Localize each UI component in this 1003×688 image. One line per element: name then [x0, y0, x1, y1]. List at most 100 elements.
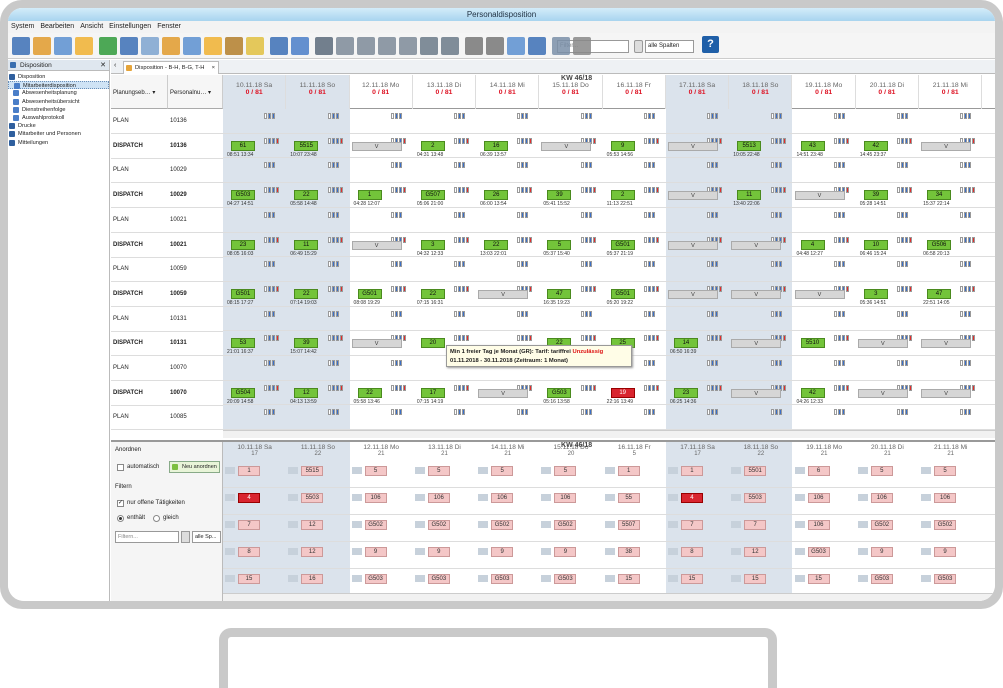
shift-block[interactable]: V: [729, 286, 792, 300]
task-block[interactable]: G502: [554, 520, 577, 530]
task-block[interactable]: 38: [617, 547, 640, 557]
vacation-block[interactable]: V: [921, 388, 972, 398]
toolbar-icon-2[interactable]: [54, 37, 72, 55]
row-id-3[interactable]: 10029: [168, 183, 223, 209]
shift-block[interactable]: V: [856, 385, 919, 399]
shift-code[interactable]: 2: [420, 140, 445, 151]
toolbar-icon-17[interactable]: [378, 37, 396, 55]
row-level-8[interactable]: PLAN: [111, 307, 168, 332]
task-block[interactable]: 8: [238, 547, 260, 557]
day-header-7[interactable]: 17.11.18 Sa 0 / 81: [665, 75, 730, 109]
day-header-8[interactable]: 18.11.18 So 0 / 81: [729, 75, 793, 109]
lower-day-header-7[interactable]: 17.11.18 Sa 17: [666, 444, 729, 457]
shift-code[interactable]: 19: [610, 387, 635, 398]
day-header-1[interactable]: 11.11.18 So 0 / 81: [286, 75, 350, 109]
row-level-10[interactable]: PLAN: [111, 356, 168, 381]
vacation-block[interactable]: V: [667, 240, 718, 250]
task-block[interactable]: 106: [870, 493, 893, 503]
sidebar-item-1[interactable]: Mitarbeiterdisposition: [8, 81, 109, 90]
lower-day-header-1[interactable]: 11.11.18 So 22: [286, 444, 349, 457]
row-level-0[interactable]: PLAN: [111, 109, 168, 134]
shift-block[interactable]: 22 07:15 16:31: [413, 286, 476, 306]
toolbar-icon-0[interactable]: [12, 37, 30, 55]
shift-code[interactable]: 43: [800, 140, 825, 151]
sidebar-item-2[interactable]: Abwesenheitsplanung: [8, 89, 109, 97]
lower-day-header-3[interactable]: 13.11.18 Di 21: [413, 444, 476, 457]
task-block[interactable]: 9: [427, 547, 450, 557]
row-id-2[interactable]: 10029: [168, 158, 223, 184]
shift-block[interactable]: 2 04:31 13:48: [413, 138, 476, 158]
menu-item-4[interactable]: Fenster: [157, 23, 181, 30]
vacation-block[interactable]: V: [731, 289, 782, 299]
shift-code[interactable]: 23: [231, 239, 255, 250]
column-header-personnel[interactable]: Personalnu… ▾: [168, 75, 223, 109]
shift-block[interactable]: V: [476, 385, 539, 399]
shift-block[interactable]: V: [666, 138, 729, 152]
help-button[interactable]: ?: [702, 36, 719, 53]
row-id-7[interactable]: 10059: [168, 282, 223, 307]
shift-block[interactable]: V: [350, 138, 413, 152]
vacation-block[interactable]: V: [794, 191, 845, 201]
shift-code[interactable]: 22: [484, 239, 509, 250]
row-level-6[interactable]: PLAN: [111, 257, 168, 283]
row-level-5[interactable]: DISPATCH: [111, 233, 168, 258]
sidebar-item-0[interactable]: Disposition: [8, 73, 109, 81]
task-block[interactable]: 106: [491, 493, 514, 503]
shift-block[interactable]: 14 06:50 16:39: [666, 335, 729, 355]
shift-block[interactable]: G503 05:16 13:58: [539, 385, 602, 405]
sidebar-item-6[interactable]: Drucke: [8, 122, 109, 130]
toolbar-icon-9[interactable]: [204, 37, 222, 55]
toolbar-icon-7[interactable]: [162, 37, 180, 55]
task-filter-icon[interactable]: [181, 531, 190, 543]
shift-block[interactable]: 47 22:51 14:05: [919, 286, 982, 306]
task-block[interactable]: 9: [491, 547, 514, 557]
toolbar-icon-12[interactable]: [270, 37, 288, 55]
task-block[interactable]: 8: [680, 547, 703, 557]
row-id-11[interactable]: 10070: [168, 381, 223, 406]
task-block[interactable]: G502: [491, 520, 514, 530]
shift-block[interactable]: 11 06:49 15:29: [286, 237, 349, 257]
shift-block[interactable]: 10 06:46 15:24: [856, 237, 919, 257]
day-header-6[interactable]: 16.11.18 Fr 0 / 81: [603, 75, 666, 109]
task-block[interactable]: 12: [301, 520, 324, 530]
auto-arrange-checkbox[interactable]: [117, 464, 124, 471]
toolbar-icon-1[interactable]: [33, 37, 51, 55]
shift-block[interactable]: 34 15:37 22:14: [919, 187, 982, 207]
shift-code[interactable]: 47: [547, 288, 572, 299]
shift-block[interactable]: V: [729, 335, 792, 349]
shift-block[interactable]: G506 06:58 20:13: [919, 237, 982, 257]
shift-code[interactable]: 2: [610, 190, 635, 201]
row-level-12[interactable]: PLAN: [111, 405, 168, 431]
row-level-7[interactable]: DISPATCH: [111, 282, 168, 307]
radio-contains[interactable]: [117, 515, 124, 522]
shift-block[interactable]: G501 05:37 21:19: [603, 237, 666, 257]
lower-day-header-0[interactable]: 10.11.18 Sa 17: [223, 444, 286, 457]
toolbar-icon-11[interactable]: [246, 37, 264, 55]
task-block[interactable]: G503: [807, 547, 830, 557]
shift-block[interactable]: 4 04:48 12:27: [793, 237, 856, 257]
vacation-block[interactable]: V: [857, 339, 908, 349]
shift-block[interactable]: 5515 10:07 23:48: [286, 138, 349, 158]
day-header-9[interactable]: 19.11.18 Mo 0 / 81: [793, 75, 856, 109]
shift-block[interactable]: 3 04:32 12:33: [413, 237, 476, 257]
toolbar-icon-6[interactable]: [141, 37, 159, 55]
task-block[interactable]: 5: [934, 466, 957, 476]
sidebar-item-5[interactable]: Auswahlprotokoll: [8, 114, 109, 122]
tab-disposition[interactable]: Disposition - B-H, B-G, T-H ×: [123, 61, 219, 74]
shift-block[interactable]: 61 08:51 13:34: [223, 138, 286, 158]
toolbar-icon-14[interactable]: [315, 37, 333, 55]
shift-block[interactable]: 16 06:39 13:57: [476, 138, 539, 158]
task-filter-input[interactable]: Filtern...: [115, 531, 179, 543]
task-block[interactable]: G502: [870, 520, 893, 530]
shift-code[interactable]: 11: [737, 190, 762, 201]
toolbar-icon-10[interactable]: [225, 37, 243, 55]
shift-block[interactable]: G501 08:08 19:29: [350, 286, 413, 306]
shift-code[interactable]: 42: [800, 387, 825, 398]
shift-code[interactable]: 5515: [294, 140, 319, 151]
column-filter-select[interactable]: alle Spalten: [645, 40, 694, 53]
task-block[interactable]: G502: [427, 520, 450, 530]
chevron-left-icon[interactable]: ‹: [114, 62, 116, 69]
vacation-block[interactable]: V: [667, 289, 718, 299]
vacation-block[interactable]: V: [731, 388, 782, 398]
shift-block[interactable]: 11 13:40 22:06: [729, 187, 792, 207]
